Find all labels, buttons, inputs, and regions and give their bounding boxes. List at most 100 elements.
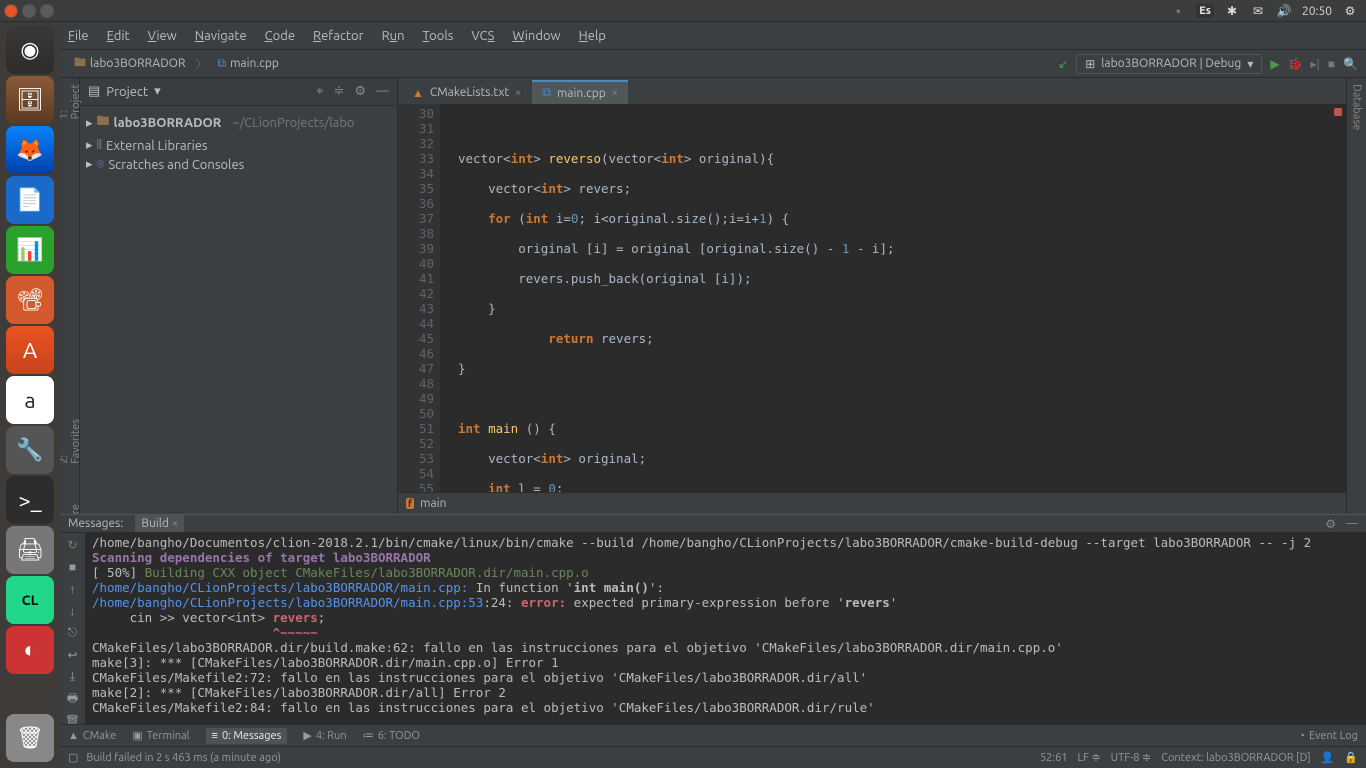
trash-icon[interactable]: 🗑 xyxy=(6,714,54,762)
breadcrumb-function-label[interactable]: main xyxy=(420,497,446,510)
menu-edit[interactable]: Edit xyxy=(107,29,130,43)
bluetooth-icon[interactable]: ✱ xyxy=(1224,3,1240,19)
tab-cmakelists[interactable]: ▲ CMakeLists.txt × xyxy=(402,80,531,104)
gear-icon[interactable]: ⚙ xyxy=(1325,517,1336,531)
line-separator[interactable]: LF ≑ xyxy=(1078,751,1101,764)
gear-icon[interactable]: ⚙ xyxy=(354,84,366,99)
menu-help[interactable]: Help xyxy=(579,29,606,43)
clock[interactable]: 20:50 xyxy=(1302,5,1332,18)
amazon-icon[interactable]: a xyxy=(6,376,54,424)
attach-button[interactable]: ▸| xyxy=(1311,57,1320,71)
ubuntu-dash-icon[interactable]: ◉ xyxy=(6,26,54,74)
close-icon[interactable]: × xyxy=(172,517,179,530)
tool-window-messages[interactable]: ≡ 0: Messages xyxy=(206,728,288,744)
menu-refactor[interactable]: Refactor xyxy=(313,29,364,43)
cpp-file-icon: ⧉ xyxy=(218,57,227,71)
menu-run[interactable]: Run xyxy=(382,29,405,43)
soft-wrap-icon[interactable]: ↩ xyxy=(65,647,81,663)
mail-icon[interactable]: ✉ xyxy=(1250,3,1266,19)
printer-icon[interactable]: 🖨 xyxy=(6,526,54,574)
search-everywhere-button[interactable]: 🔍 xyxy=(1343,57,1358,71)
project-tree[interactable]: ▸🖿labo3BORRADOR ~/CLionProjects/labo ▸⫴E… xyxy=(80,106,397,178)
hide-icon[interactable]: — xyxy=(1346,517,1358,531)
sidebar-tab-favorites[interactable]: 2: Favorites xyxy=(60,419,82,464)
down-icon[interactable]: ↓ xyxy=(65,603,81,619)
filter-icon[interactable]: ⎋ xyxy=(65,625,81,641)
libreoffice-impress-icon[interactable]: 📽 xyxy=(6,276,54,324)
volume-icon[interactable]: 🔊 xyxy=(1276,3,1292,19)
tab-main-cpp[interactable]: ⧉ main.cpp × xyxy=(532,80,628,104)
breadcrumb-file[interactable]: ⧉ main.cpp xyxy=(212,55,285,73)
close-icon[interactable]: × xyxy=(515,87,521,99)
minimize-icon[interactable] xyxy=(22,4,36,18)
tool-window-terminal[interactable]: ▣ Terminal xyxy=(132,728,189,744)
app-icon[interactable]: ◐ xyxy=(6,626,54,674)
stop-icon[interactable]: ■ xyxy=(65,559,81,575)
tool-window-run[interactable]: ▶ 4: Run xyxy=(303,728,346,744)
close-icon[interactable] xyxy=(4,4,18,18)
context-indicator[interactable]: Context: labo3BORRADOR [D] xyxy=(1161,752,1310,764)
project-title[interactable]: Project xyxy=(106,85,148,99)
run-button[interactable]: ▶ xyxy=(1270,57,1279,71)
hide-icon[interactable]: — xyxy=(376,84,389,99)
stop-button[interactable]: ■ xyxy=(1328,57,1335,71)
debug-button[interactable]: 🐞 xyxy=(1288,57,1303,71)
rerun-icon[interactable]: ↻ xyxy=(65,537,81,553)
files-icon[interactable]: 🗄 xyxy=(6,76,54,124)
file-encoding[interactable]: UTF-8 ≑ xyxy=(1111,751,1152,764)
status-icon[interactable]: ▢ xyxy=(68,751,78,764)
print-icon[interactable]: 🖶 xyxy=(65,691,81,707)
sidebar-tab-structure[interactable]: 7: Structure xyxy=(60,504,82,514)
menu-file[interactable]: File xyxy=(68,29,89,43)
error-indicator-icon[interactable] xyxy=(1334,108,1342,116)
main-menubar: File Edit View Navigate Code Refactor Ru… xyxy=(60,22,1366,50)
messages-tab-build[interactable]: Build × xyxy=(135,515,184,532)
locate-icon[interactable]: ⌖ xyxy=(316,84,323,99)
clion-icon[interactable]: CL xyxy=(6,576,54,624)
function-icon: f xyxy=(406,498,414,509)
libraries-icon: ⫴ xyxy=(97,138,102,153)
caret-position[interactable]: 52:61 xyxy=(1040,752,1068,764)
chevron-down-icon[interactable]: ▾ xyxy=(154,84,161,99)
libreoffice-calc-icon[interactable]: 📊 xyxy=(6,226,54,274)
tree-expand-icon[interactable]: ▸ xyxy=(86,157,93,172)
collapse-all-icon[interactable]: ≑ xyxy=(333,84,344,99)
tool-window-event-log[interactable]: ◔ Event Log xyxy=(1298,730,1358,742)
code-editor[interactable]: 3031323334353637383940414243444546474849… xyxy=(398,104,1346,492)
build-icon[interactable]: ↙ xyxy=(1058,57,1068,71)
menu-navigate[interactable]: Navigate xyxy=(195,29,247,43)
keyboard-layout-indicator[interactable]: Es xyxy=(1196,4,1214,18)
maximize-icon[interactable] xyxy=(40,4,54,18)
tree-expand-icon[interactable]: ▸ xyxy=(86,138,93,153)
lock-icon[interactable]: 🔒 xyxy=(1344,751,1358,764)
menu-tools[interactable]: Tools xyxy=(423,29,454,43)
tree-item-label: Scratches and Consoles xyxy=(108,158,244,172)
inspection-icon[interactable]: 👤 xyxy=(1321,751,1335,764)
breadcrumb-label: labo3BORRADOR xyxy=(90,57,185,70)
folder-icon: 🖿 xyxy=(74,53,86,74)
libreoffice-writer-icon[interactable]: 📄 xyxy=(6,176,54,224)
editor-breadcrumb: f main xyxy=(398,492,1346,514)
gear-icon[interactable]: ⚙ xyxy=(1342,3,1358,19)
tool-window-todo[interactable]: ≔ 6: TODO xyxy=(363,728,420,744)
build-configuration-selector[interactable]: ⊞ labo3BORRADOR | Debug ▾ xyxy=(1076,54,1262,74)
sidebar-tab-database[interactable]: Database xyxy=(1351,84,1363,130)
system-settings-icon[interactable]: 🔧 xyxy=(6,426,54,474)
firefox-icon[interactable]: 🦊 xyxy=(6,126,54,174)
up-icon[interactable]: ↑ xyxy=(65,581,81,597)
tree-expand-icon[interactable]: ▸ xyxy=(86,116,93,131)
close-icon[interactable]: × xyxy=(612,87,618,99)
menu-window[interactable]: Window xyxy=(512,29,560,43)
menu-vcs[interactable]: VCS xyxy=(471,29,494,43)
sidebar-tab-project[interactable]: 1: Project xyxy=(60,84,82,119)
menu-code[interactable]: Code xyxy=(265,29,295,43)
build-console[interactable]: /home/bangho/Documentos/clion-2018.2.1/b… xyxy=(86,533,1366,729)
breadcrumb-project[interactable]: 🖿 labo3BORRADOR xyxy=(68,51,191,76)
ubuntu-software-icon[interactable]: A xyxy=(6,326,54,374)
scroll-icon[interactable]: ⤓ xyxy=(65,669,81,685)
tool-window-cmake[interactable]: ▲ CMake xyxy=(68,728,116,744)
menu-view[interactable]: View xyxy=(148,29,177,43)
build-output-toolbar: ↻ ■ ↑ ↓ ⎋ ↩ ⤓ 🖶 🗑 xyxy=(60,533,86,729)
wifi-icon[interactable]: ◦ xyxy=(1170,3,1186,19)
terminal-icon[interactable]: >_ xyxy=(6,476,54,524)
